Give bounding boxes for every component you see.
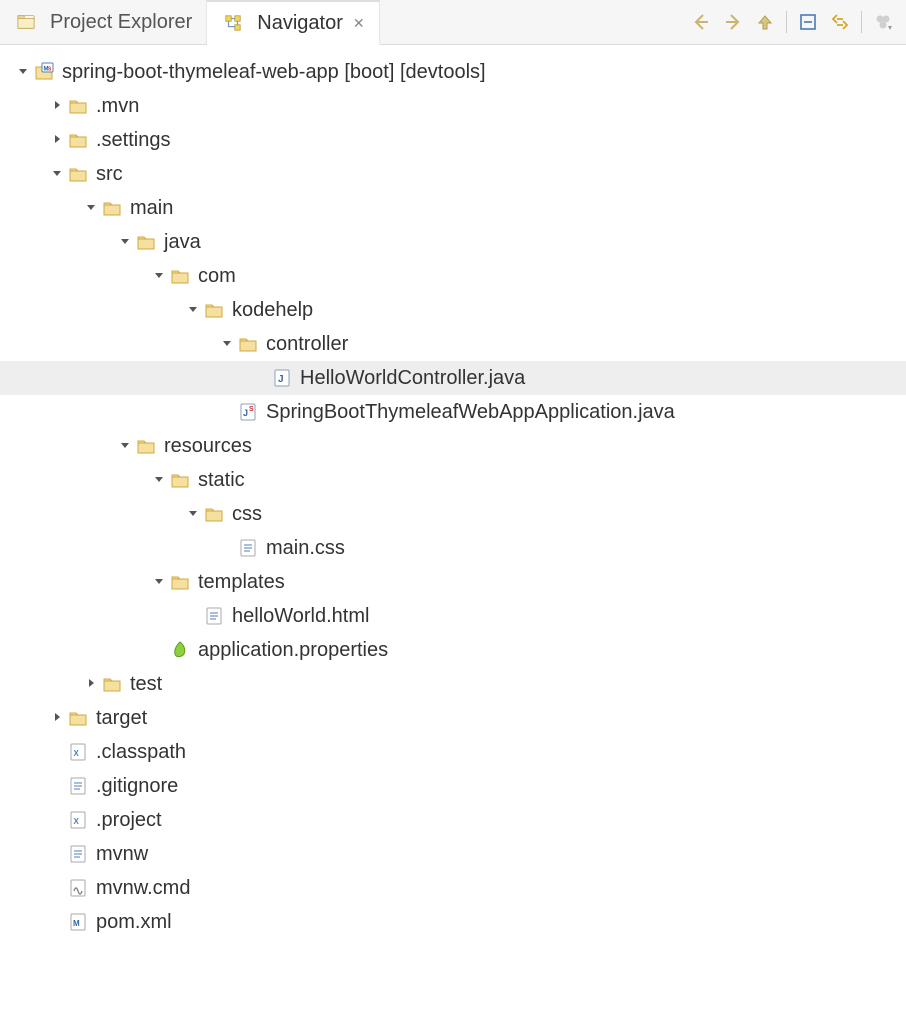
tree-row[interactable]: css: [0, 497, 906, 531]
xml-file-icon: X: [66, 740, 90, 764]
svg-text:X: X: [74, 749, 80, 758]
text-file-icon: [202, 604, 226, 628]
tree-row[interactable]: mvnw.cmd: [0, 871, 906, 905]
tree-row[interactable]: application.properties: [0, 633, 906, 667]
tree-item-label: css: [232, 494, 262, 534]
expand-open-icon[interactable]: [150, 262, 168, 290]
tree-item-label: com: [198, 256, 236, 296]
tree-row[interactable]: helloWorld.html: [0, 599, 906, 633]
folder-icon: [168, 264, 192, 288]
tab-label: Navigator: [257, 12, 343, 35]
tree-item-label: java: [164, 222, 201, 262]
expand-open-icon[interactable]: [116, 228, 134, 256]
maven-project-icon: M S: [32, 60, 56, 84]
separator: [861, 11, 862, 33]
svg-text:M: M: [73, 919, 80, 928]
expand-closed-icon[interactable]: [48, 92, 66, 120]
tab-navigator[interactable]: Navigator ✕: [207, 0, 379, 45]
folder-icon: [168, 468, 192, 492]
cmd-file-icon: [66, 876, 90, 900]
link-with-editor-button[interactable]: [829, 11, 851, 33]
properties-icon: [168, 638, 192, 662]
navigator-tree[interactable]: M S spring-boot-thymeleaf-web-app [boot]…: [0, 45, 906, 939]
tree-item-label: pom.xml: [96, 902, 172, 942]
expand-open-icon[interactable]: [150, 466, 168, 494]
project-explorer-icon: [14, 10, 38, 34]
text-file-icon: [66, 842, 90, 866]
tree-row[interactable]: M S spring-boot-thymeleaf-web-app [boot]…: [0, 55, 906, 89]
tree-row[interactable]: com: [0, 259, 906, 293]
java-file-icon: J: [270, 366, 294, 390]
tree-row[interactable]: .gitignore: [0, 769, 906, 803]
tree-row[interactable]: test: [0, 667, 906, 701]
view-toolbar: [690, 0, 906, 44]
tree-row[interactable]: target: [0, 701, 906, 735]
folder-icon: [202, 502, 226, 526]
folder-icon: [202, 298, 226, 322]
svg-text:S: S: [249, 406, 254, 413]
expand-open-icon[interactable]: [150, 568, 168, 596]
collapse-all-button[interactable]: [797, 11, 819, 33]
tree-item-label: SpringBootThymeleafWebAppApplication.jav…: [266, 392, 675, 432]
svg-text:J: J: [243, 408, 248, 418]
tree-row[interactable]: mvnw: [0, 837, 906, 871]
tree-row[interactable]: templates: [0, 565, 906, 599]
tree-item-label: application.properties: [198, 630, 388, 670]
xml-file-icon: X: [66, 808, 90, 832]
expand-closed-icon[interactable]: [82, 670, 100, 698]
expand-open-icon[interactable]: [14, 58, 32, 86]
tree-row[interactable]: resources: [0, 429, 906, 463]
up-button[interactable]: [754, 11, 776, 33]
folder-icon: [236, 332, 260, 356]
tree-row[interactable]: controller: [0, 327, 906, 361]
view-menu-button[interactable]: [872, 11, 894, 33]
tree-row[interactable]: java: [0, 225, 906, 259]
folder-icon: [100, 196, 124, 220]
expand-open-icon[interactable]: [184, 296, 202, 324]
tree-row[interactable]: J S SpringBootThymeleafWebAppApplication…: [0, 395, 906, 429]
text-file-icon: [66, 774, 90, 798]
tab-label: Project Explorer: [50, 11, 192, 34]
folder-icon: [134, 434, 158, 458]
expand-closed-icon[interactable]: [48, 126, 66, 154]
expand-open-icon[interactable]: [184, 500, 202, 528]
folder-icon: [168, 570, 192, 594]
text-file-icon: [236, 536, 260, 560]
expand-open-icon[interactable]: [116, 432, 134, 460]
svg-text:J: J: [278, 374, 284, 385]
expand-closed-icon[interactable]: [48, 704, 66, 732]
tree-row[interactable]: src: [0, 157, 906, 191]
folder-icon: [66, 706, 90, 730]
tree-item-label: src: [96, 154, 123, 194]
folder-icon: [66, 94, 90, 118]
tree-row[interactable]: X .project: [0, 803, 906, 837]
tree-row[interactable]: .mvn: [0, 89, 906, 123]
view-tab-bar: Project Explorer Navigator ✕: [0, 0, 906, 45]
expand-open-icon[interactable]: [82, 194, 100, 222]
folder-icon: [134, 230, 158, 254]
forward-button[interactable]: [722, 11, 744, 33]
folder-icon: [66, 128, 90, 152]
folder-icon: [66, 162, 90, 186]
tree-row[interactable]: J HelloWorldController.java: [0, 361, 906, 395]
expand-open-icon[interactable]: [218, 330, 236, 358]
tree-row[interactable]: M pom.xml: [0, 905, 906, 939]
back-button[interactable]: [690, 11, 712, 33]
tree-row[interactable]: main.css: [0, 531, 906, 565]
tree-row[interactable]: main: [0, 191, 906, 225]
tab-project-explorer[interactable]: Project Explorer: [0, 0, 207, 44]
separator: [786, 11, 787, 33]
svg-text:X: X: [74, 817, 80, 826]
tree-row[interactable]: static: [0, 463, 906, 497]
navigator-icon: [221, 11, 245, 35]
folder-icon: [100, 672, 124, 696]
maven-file-icon: M: [66, 910, 90, 934]
java-spring-icon: J S: [236, 400, 260, 424]
tree-row[interactable]: X .classpath: [0, 735, 906, 769]
expand-open-icon[interactable]: [48, 160, 66, 188]
close-icon[interactable]: ✕: [353, 15, 365, 32]
tree-row[interactable]: kodehelp: [0, 293, 906, 327]
tree-row[interactable]: .settings: [0, 123, 906, 157]
